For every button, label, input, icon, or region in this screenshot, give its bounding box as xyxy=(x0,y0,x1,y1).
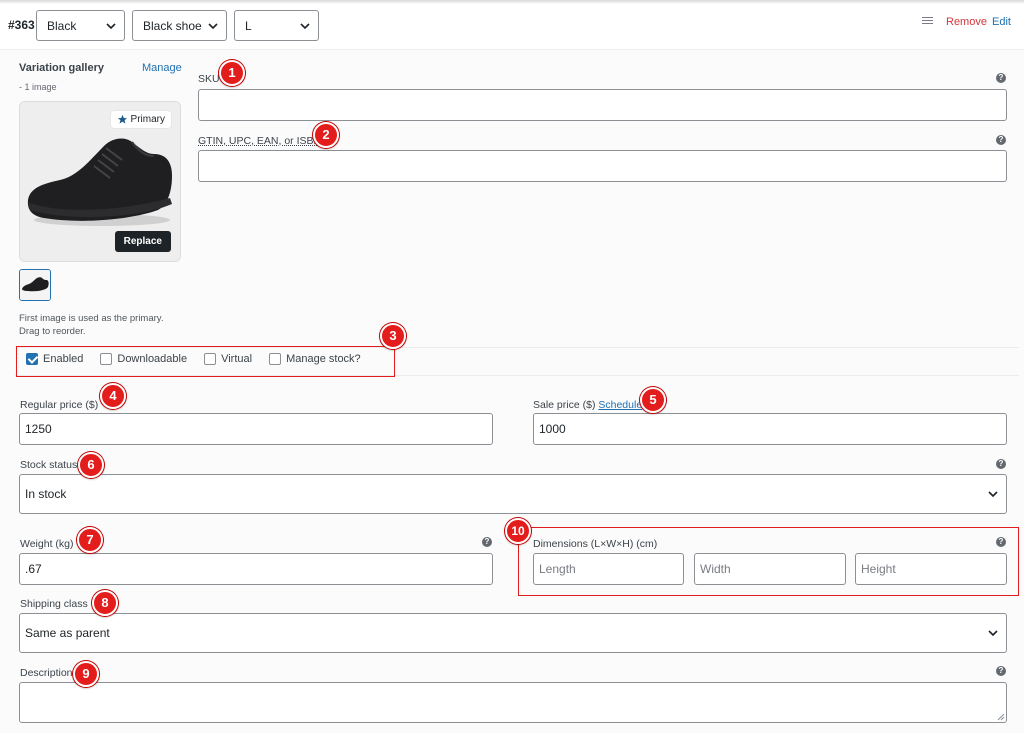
callout-marker: 6 xyxy=(78,452,104,478)
description-label: Description xyxy=(20,667,73,679)
help-icon[interactable]: ? xyxy=(482,537,492,547)
gallery-hint-line-1: First image is used as the primary. xyxy=(19,313,164,324)
star-icon xyxy=(117,114,127,124)
chevron-down-icon xyxy=(988,630,998,636)
help-icon[interactable]: ? xyxy=(996,666,1006,676)
shipping-class-value: Same as parent xyxy=(25,626,110,640)
regular-price-input[interactable]: 1250 xyxy=(19,413,493,445)
gallery-hint: First image is used as the primary. Drag… xyxy=(19,312,189,338)
stock-status-value: In stock xyxy=(25,487,67,501)
sku-input[interactable] xyxy=(198,89,1007,121)
callout-marker: 1 xyxy=(219,60,245,86)
gallery-manage-link[interactable]: Manage xyxy=(142,62,182,74)
help-icon[interactable]: ? xyxy=(996,135,1006,145)
sale-price-label: Sale price ($) xyxy=(533,399,596,411)
attribute-color-select[interactable]: Black xyxy=(36,10,125,41)
help-icon[interactable]: ? xyxy=(996,73,1006,83)
resize-handle-icon[interactable] xyxy=(997,713,1005,721)
attribute-style-value: Black shoe xyxy=(143,18,202,33)
primary-label: Primary xyxy=(130,114,165,125)
chevron-down-icon xyxy=(988,491,998,497)
edit-link[interactable]: Edit xyxy=(992,16,1011,28)
primary-badge: Primary xyxy=(110,111,171,128)
callout-marker: 2 xyxy=(313,122,339,148)
callout-marker: 5 xyxy=(640,387,666,413)
attribute-color-value: Black xyxy=(47,18,77,33)
callout-marker: 10 xyxy=(505,518,531,544)
regular-price-label: Regular price ($) xyxy=(20,399,99,411)
stock-status-select[interactable]: In stock xyxy=(19,474,1007,514)
header-shadow xyxy=(0,0,1024,4)
callout-marker: 7 xyxy=(77,527,103,553)
drag-handle-icon[interactable] xyxy=(922,17,933,26)
sale-price-input[interactable]: 1000 xyxy=(533,413,1007,445)
gallery-hint-line-2: Drag to reorder. xyxy=(19,326,86,337)
attribute-style-select[interactable]: Black shoe xyxy=(132,10,227,41)
description-textarea[interactable] xyxy=(19,682,1007,723)
callout-marker: 8 xyxy=(92,590,118,616)
shipping-class-select[interactable]: Same as parent xyxy=(19,613,1007,653)
shipping-class-label: Shipping class xyxy=(20,598,88,610)
shoe-thumbnail-image xyxy=(20,270,50,300)
callout-marker: 9 xyxy=(73,661,99,687)
annotation-box-options xyxy=(16,346,395,377)
weight-input[interactable]: .67 xyxy=(19,553,493,585)
attribute-size-select[interactable]: L xyxy=(234,10,319,41)
help-icon[interactable]: ? xyxy=(996,459,1006,469)
sale-price-label-group: Sale price ($) Schedule xyxy=(533,399,642,411)
callout-marker: 4 xyxy=(100,383,126,409)
weight-label: Weight (kg) xyxy=(20,538,74,550)
gallery-title: Variation gallery xyxy=(19,62,104,74)
remove-link[interactable]: Remove xyxy=(946,16,987,28)
gallery-thumbnail[interactable] xyxy=(19,269,51,301)
annotation-box-dimensions xyxy=(518,527,1019,596)
schedule-link[interactable]: Schedule xyxy=(598,399,642,411)
callout-marker: 3 xyxy=(380,323,406,349)
variation-id: #363 xyxy=(8,18,35,32)
chevron-down-icon xyxy=(106,22,116,29)
gallery-image-count: - 1 image xyxy=(19,82,57,92)
sku-label: SKU xyxy=(198,73,220,85)
replace-button[interactable]: Replace xyxy=(114,231,171,252)
gtin-input[interactable] xyxy=(198,150,1007,182)
chevron-down-icon xyxy=(208,22,218,29)
gtin-label: GTIN, UPC, EAN, or ISBN xyxy=(198,135,322,147)
primary-image-card[interactable]: Primary Replace xyxy=(19,101,181,262)
attribute-size-value: L xyxy=(245,18,252,33)
stock-status-label: Stock status xyxy=(20,459,78,471)
chevron-down-icon xyxy=(300,22,310,29)
